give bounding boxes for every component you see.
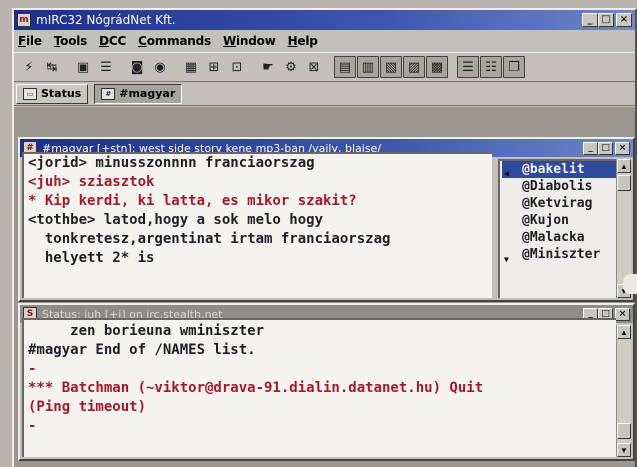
cascade-icon[interactable]: ❐ xyxy=(503,56,525,78)
menu-window[interactable]: Window xyxy=(223,34,276,48)
menu-accelerator: C xyxy=(138,34,147,48)
mirc-main-window: m mIRC32 NógrádNet Kft. _ □ × File Tools D… xyxy=(12,8,637,467)
nick-item[interactable]: @Malacka xyxy=(502,229,616,246)
switchbar-status-button[interactable]: ▭ Status xyxy=(16,83,89,104)
colors-icon[interactable]: ▥ xyxy=(357,56,379,78)
switchbar-channel-button[interactable]: # #magyar xyxy=(94,83,183,104)
menu-file[interactable]: File xyxy=(18,34,42,48)
nick-item[interactable]: @Miniszter xyxy=(502,246,616,263)
message-line: helyett 2* is xyxy=(28,250,155,266)
maximize-icon[interactable]: □ xyxy=(598,141,613,155)
status-text-pane[interactable]: zen borieuna wminiszter #magyar End of /N… xyxy=(22,318,616,457)
dcc-send-icon[interactable]: ⊞ xyxy=(203,56,225,78)
menu-help[interactable]: Help xyxy=(288,34,318,48)
close-icon[interactable]: × xyxy=(615,141,630,155)
close-icon[interactable]: × xyxy=(616,13,632,27)
mirc-app-icon[interactable]: m xyxy=(17,13,31,27)
channel-window: # #magyar [+stn]: west side story kene m… xyxy=(18,137,635,302)
switchbar-status-label: Status xyxy=(41,87,82,100)
scroll-down-icon[interactable]: ▼ xyxy=(617,443,631,457)
scroll-thumb[interactable] xyxy=(617,423,631,439)
chat-icon[interactable]: ◙ xyxy=(126,56,148,78)
scroll-up-icon[interactable]: ▲ xyxy=(617,325,631,339)
connect-icon[interactable]: ⚡ xyxy=(18,56,40,78)
minimize-icon[interactable]: _ xyxy=(582,13,598,27)
app-title: mIRC32 NógrádNet Kft. xyxy=(36,13,176,27)
toolbar: ⚡ ↹ ▣ ☰ ◙ ◉ ▦ ⊞ ⊡ ☛ ⚙ ⊠ ▤ ▥ ▧ ▨ ▩ ☰ ☷ ❐ xyxy=(14,52,635,82)
status-scrollbar[interactable]: ▲ ▼ xyxy=(616,325,631,457)
menu-accelerator: F xyxy=(18,34,26,48)
nick-scroll-down-icon[interactable]: ▼ xyxy=(504,255,509,264)
channel-list-icon[interactable]: ▦ xyxy=(180,56,202,78)
options-icon[interactable]: ☰ xyxy=(95,56,117,78)
scroll-up-icon[interactable]: ▲ xyxy=(617,159,631,173)
message-line: - xyxy=(28,361,37,377)
nick-item[interactable]: @bakelit xyxy=(502,161,616,178)
mdi-workspace: # #magyar [+stn]: west side story kene m… xyxy=(14,107,635,467)
notify-icon[interactable]: ◉ xyxy=(149,56,171,78)
menu-label: ools xyxy=(60,34,88,48)
menu-dcc[interactable]: DCC xyxy=(99,34,126,48)
maximize-icon[interactable]: □ xyxy=(598,13,614,27)
minimize-icon[interactable]: _ xyxy=(583,141,598,155)
channel-text-pane[interactable]: <jorid> minusszonnnn franciaorszag <juh> … xyxy=(22,152,492,298)
menu-tools[interactable]: Tools xyxy=(54,34,88,48)
alias-icon[interactable]: ☛ xyxy=(257,56,279,78)
message-line: - xyxy=(28,418,37,434)
tile-vertical-icon[interactable]: ☷ xyxy=(480,56,502,78)
menu-accelerator: W xyxy=(222,34,236,48)
message-line: *** Batchman (~viktor@drava-91.dialin.da… xyxy=(28,380,484,396)
close-icon[interactable]: × xyxy=(615,307,630,321)
folder-icon[interactable]: ▣ xyxy=(72,56,94,78)
message-line: tonkretesz,argentinat irtam franciaorsza… xyxy=(28,231,391,247)
url-icon[interactable]: ▧ xyxy=(380,56,402,78)
message-line: <jorid> minusszonnnn franciaorszag xyxy=(28,155,315,171)
finger-icon[interactable]: ⊠ xyxy=(303,56,325,78)
message-line: <tothbe> latod,hogy a sok melo hogy xyxy=(28,212,324,228)
switchbar-channel-label: #magyar xyxy=(119,87,176,100)
scroll-thumb[interactable] xyxy=(617,175,631,191)
menu-label: elp xyxy=(297,34,318,48)
menu-label: ile xyxy=(26,34,42,48)
message-line: * Kip kerdi, ki latta, es mikor szakit? xyxy=(28,193,357,209)
menu-bar: File Tools DCC Commands Window Help xyxy=(14,30,635,52)
status-window: S Status: juh [+i] on irc.stealth.net _ … xyxy=(18,303,635,461)
menu-label: CC xyxy=(108,34,127,48)
channel-window-icon: # xyxy=(101,87,116,100)
menu-commands[interactable]: Commands xyxy=(138,34,211,48)
nick-item[interactable]: @Diabolis xyxy=(502,178,616,195)
menu-accelerator: D xyxy=(99,34,109,48)
page-corner xyxy=(623,274,637,294)
dcc-chat-icon[interactable]: ⊡ xyxy=(226,56,248,78)
address-book-icon[interactable]: ▨ xyxy=(403,56,425,78)
menu-label: ommands xyxy=(146,34,211,48)
disconnect-icon[interactable]: ↹ xyxy=(41,56,63,78)
nick-item[interactable]: @Ketvirag xyxy=(502,195,616,212)
message-line: #magyar End of /NAMES list. xyxy=(28,342,256,358)
status-window-icon: ▭ xyxy=(23,87,37,100)
menu-label: indow xyxy=(236,34,276,48)
tile-horizontal-icon[interactable]: ☰ xyxy=(457,56,479,78)
message-line: zen borieuna wminiszter xyxy=(28,323,265,339)
message-line: (Ping timeout) xyxy=(28,399,147,415)
timer-icon[interactable]: ▩ xyxy=(426,56,448,78)
scripts-icon[interactable]: ▤ xyxy=(334,56,356,78)
message-line: <juh> sziasztok xyxy=(28,174,155,190)
nick-item[interactable]: @Kujon xyxy=(502,212,616,229)
nick-list[interactable]: ◀ ▼ @bakelit @Diabolis @Ketvirag @Kujon @Mal… xyxy=(498,159,616,298)
main-titlebar[interactable]: m mIRC32 NógrádNet Kft. _ □ × xyxy=(14,10,635,30)
remote-icon[interactable]: ⚙ xyxy=(280,56,302,78)
nick-scroll-left-icon[interactable]: ◀ xyxy=(504,169,509,178)
menu-accelerator: H xyxy=(287,34,298,48)
switchbar: ▭ Status # #magyar xyxy=(14,82,635,106)
